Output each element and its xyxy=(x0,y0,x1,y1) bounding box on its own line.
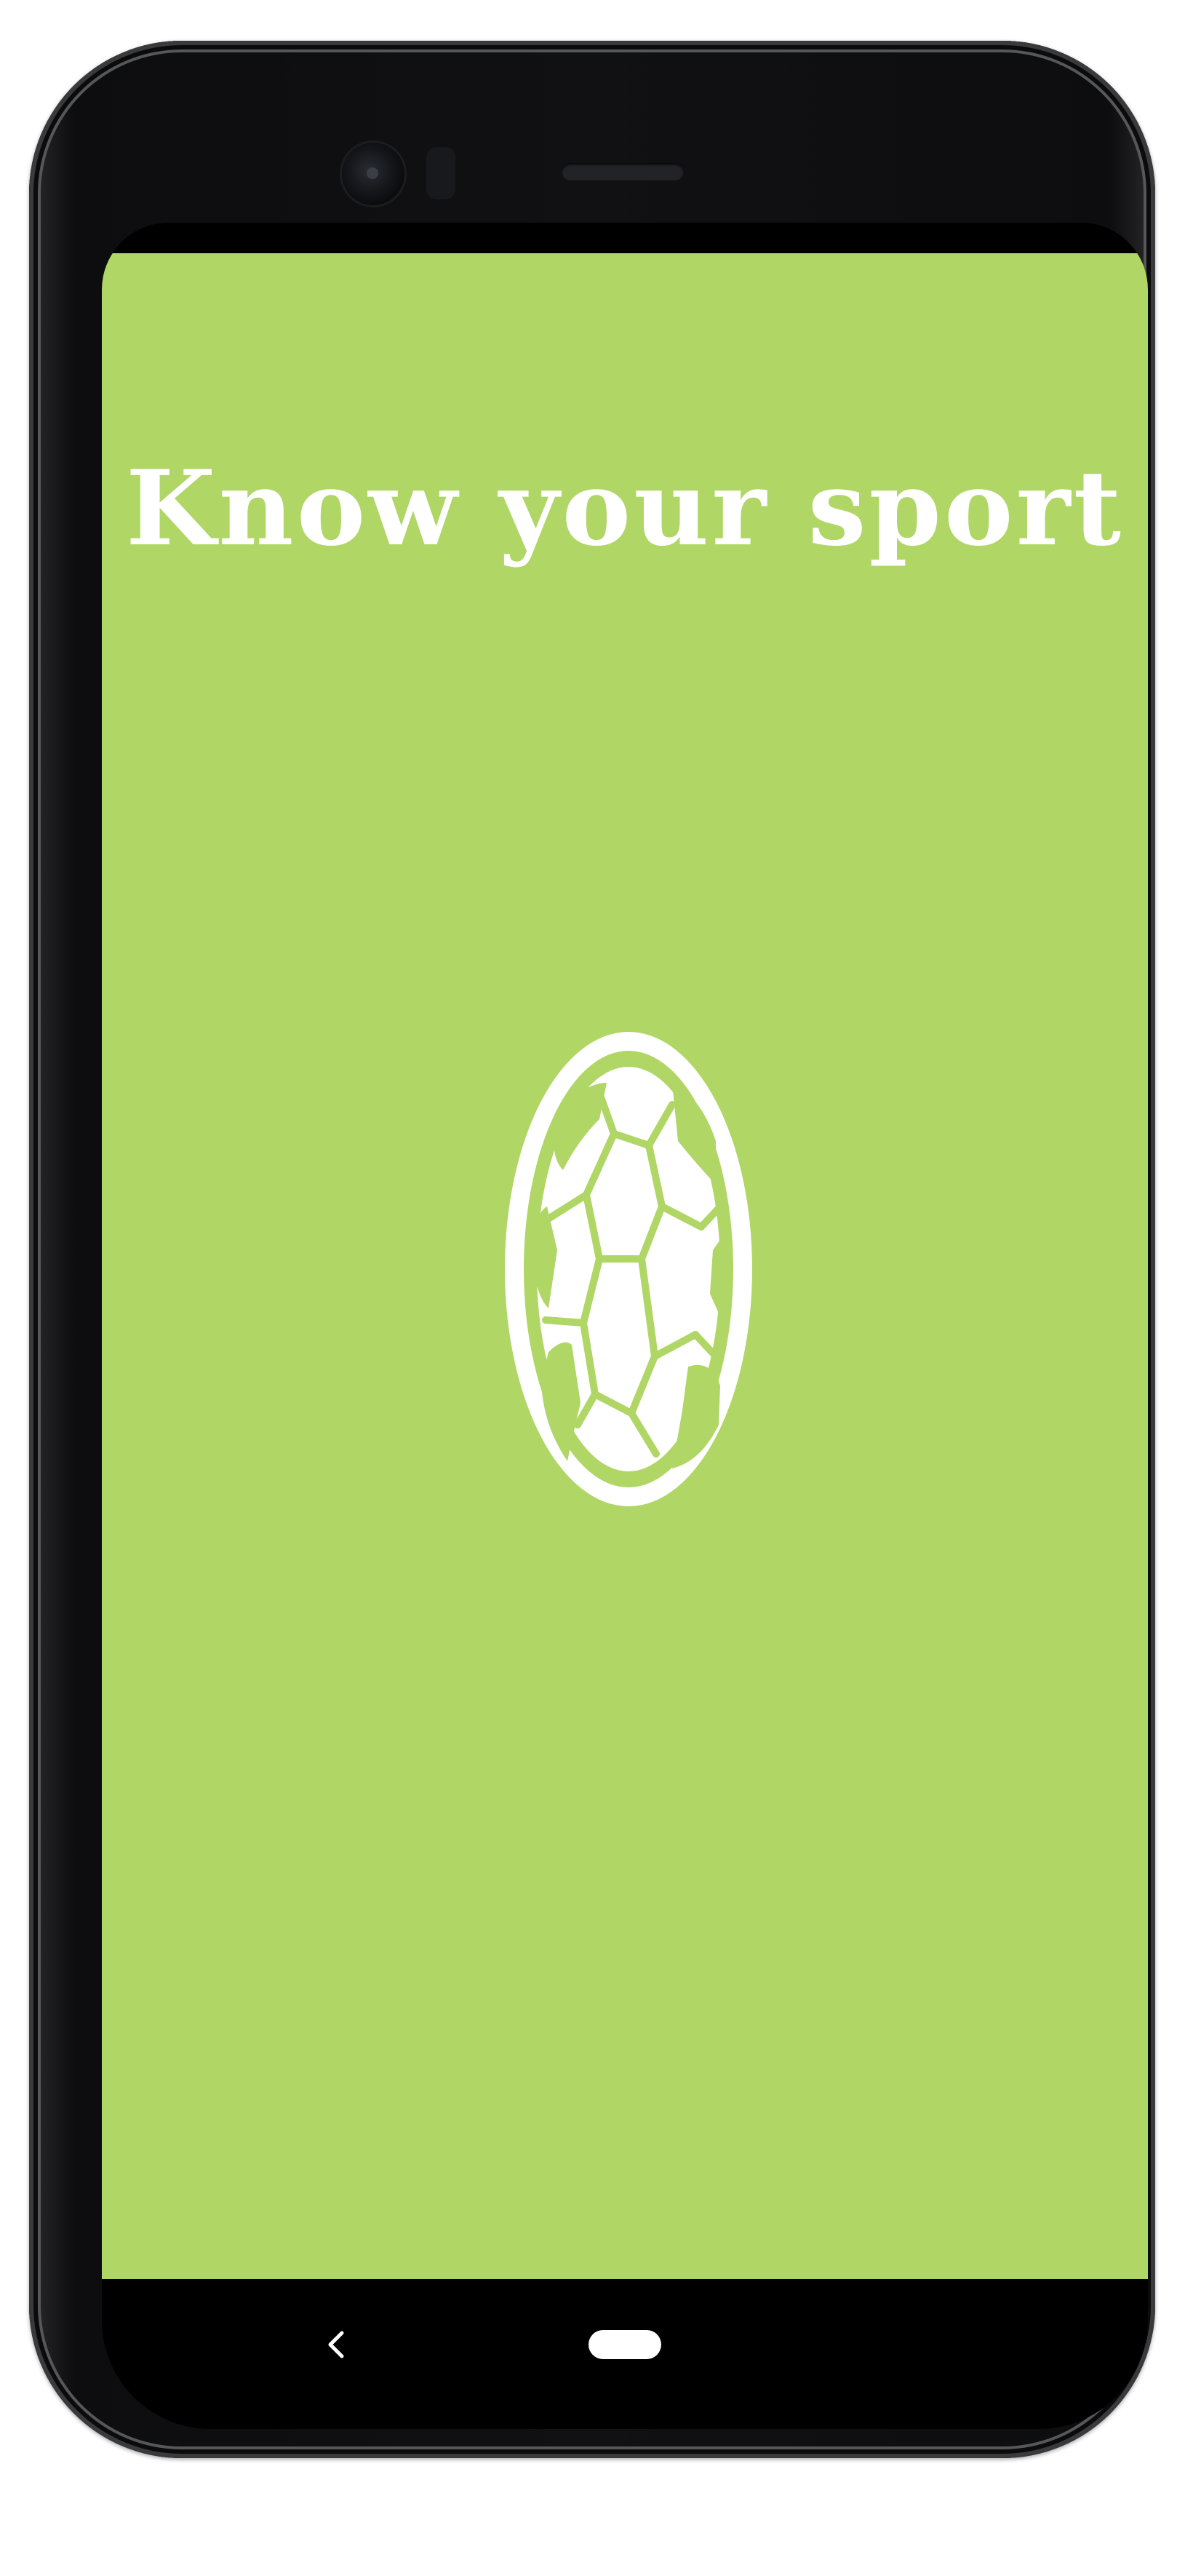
device-stage: Know your sport xyxy=(0,0,1193,2576)
navigation-bar xyxy=(102,2279,1148,2429)
front-camera-icon xyxy=(342,143,404,205)
splash-screen: Know your sport xyxy=(102,253,1148,2279)
earpiece-speaker xyxy=(562,163,684,180)
soccer-ball-icon xyxy=(505,1032,752,1506)
phone-frame: Know your sport xyxy=(29,41,1155,2458)
phone-screen: Know your sport xyxy=(102,223,1148,2429)
proximity-sensor xyxy=(426,147,455,199)
status-bar xyxy=(102,223,1148,253)
home-button[interactable] xyxy=(588,2330,661,2359)
app-title: Know your sport xyxy=(125,448,1125,569)
back-chevron-icon[interactable] xyxy=(320,2327,355,2362)
